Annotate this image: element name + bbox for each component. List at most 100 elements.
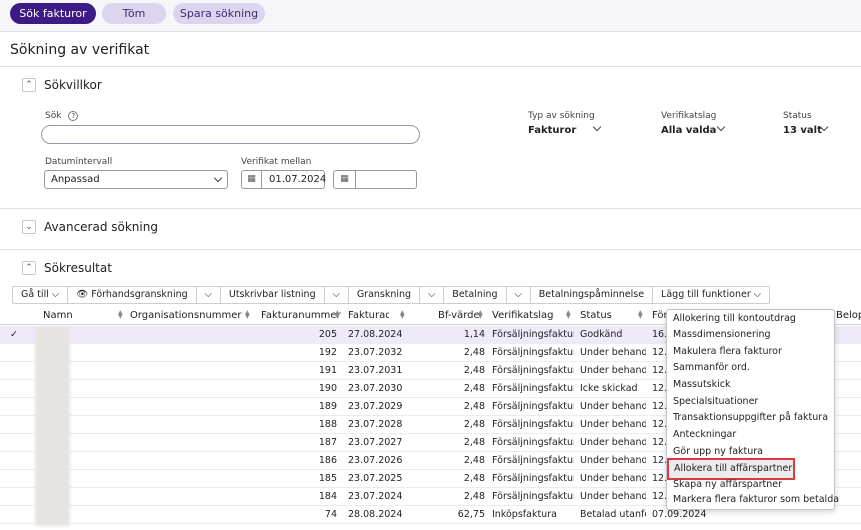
- sort-icon[interactable]: ▲ ▼: [335, 310, 340, 320]
- chevron-down-icon: ⌵: [332, 289, 340, 300]
- bf-value-cell: 2,48: [463, 419, 485, 430]
- results-heading: Sökresultat: [44, 261, 112, 275]
- criteria-heading: Sökvillkor: [44, 78, 102, 92]
- date-interval-label: Datumintervall: [45, 157, 113, 167]
- advanced-heading: Avancerad sökning: [44, 220, 158, 234]
- invoice-date-cell: 28.08.2024: [348, 509, 403, 520]
- save-search-button[interactable]: Spara sökning: [173, 3, 265, 24]
- sort-icon[interactable]: ▲ ▼: [478, 310, 483, 320]
- invoice-date-cell: 23.07.2026: [348, 455, 403, 466]
- invoice-date-cell: 23.07.2024: [348, 491, 403, 502]
- chevron-up-icon: ⌃: [22, 261, 36, 275]
- date-from-value: 01.07.2024: [269, 174, 327, 185]
- menu-item[interactable]: Markera flera fakturor som betalda: [667, 492, 839, 508]
- menu-item[interactable]: Skapa ny affärspartner: [667, 477, 834, 493]
- menu-item[interactable]: Gör upp ny faktura: [667, 444, 834, 460]
- divider: [0, 66, 861, 67]
- page-title: Sökning av verifikat: [10, 42, 150, 58]
- menu-item[interactable]: Allokera till affärspartner: [667, 458, 795, 480]
- chevron-down-icon: [213, 173, 223, 183]
- payment-reminder-button[interactable]: Betalningspåminnelse: [531, 287, 654, 303]
- preview-menu-button[interactable]: ⌵: [197, 287, 221, 303]
- printable-list-button[interactable]: Utskrivbar listning: [221, 287, 325, 303]
- date-interval-select[interactable]: Anpassad: [44, 170, 228, 189]
- menu-item[interactable]: Sammanför ord.: [667, 360, 834, 376]
- bf-value-cell: 2,48: [463, 491, 485, 502]
- goto-button[interactable]: Gå till ⌵: [13, 287, 69, 303]
- clear-button[interactable]: Töm: [102, 3, 166, 24]
- results-section-header[interactable]: ⌃ Sökresultat: [22, 261, 112, 275]
- menu-item[interactable]: Specialsituationer: [667, 394, 834, 410]
- calendar-icon[interactable]: ▦: [242, 171, 262, 188]
- add-functions-button[interactable]: Lägg till funktioner ⌵: [653, 287, 769, 303]
- payment-reminder-label: Betalningspåminnelse: [538, 289, 645, 300]
- invoice-number-cell: 189: [318, 401, 337, 412]
- advanced-section-header[interactable]: ⌄ Avancerad sökning: [22, 220, 158, 234]
- status-cell: Under behandl: [580, 347, 646, 358]
- voucher-type-cell: Försäljningsfaktura: [492, 473, 574, 484]
- status-cell: Under behandl: [580, 455, 646, 466]
- voucher-type-dropdown[interactable]: Alla valda: [661, 122, 731, 137]
- search-invoices-button[interactable]: Sök fakturor: [10, 3, 96, 24]
- payment-button[interactable]: Betalning: [444, 287, 507, 303]
- chevron-down-icon: ⌄: [22, 220, 36, 234]
- status-cell: Under behandl: [580, 401, 646, 412]
- column-header-org-number[interactable]: Organisationsnummer: [130, 306, 242, 325]
- voucher-type-cell: Försäljningsfaktura: [492, 365, 574, 376]
- preview-button[interactable]: 👁 Förhandsgranskning: [68, 287, 197, 303]
- payment-menu-button[interactable]: ⌵: [507, 287, 531, 303]
- column-header-bf-value[interactable]: Bf-värde: [438, 306, 480, 325]
- calendar-icon[interactable]: ▦: [334, 171, 356, 188]
- status-cell: Under behandl: [580, 473, 646, 484]
- check-icon[interactable]: ✓: [10, 326, 18, 343]
- sort-icon[interactable]: ▲ ▼: [638, 310, 643, 320]
- search-input[interactable]: [41, 125, 420, 144]
- invoice-number-cell: 188: [318, 419, 337, 430]
- column-header-invoice-date[interactable]: Fakturadatum: [348, 306, 389, 325]
- review-menu-button[interactable]: ⌵: [420, 287, 445, 303]
- search-type-dropdown[interactable]: Fakturor: [528, 122, 608, 137]
- menu-item[interactable]: Makulera flera fakturor: [667, 344, 834, 360]
- results-action-bar: Gå till ⌵ 👁 Förhandsgranskning ⌵ Utskriv…: [12, 286, 770, 304]
- menu-item[interactable]: Allokering till kontoutdrag: [667, 311, 834, 327]
- column-header-name[interactable]: Namn: [43, 306, 73, 325]
- column-header-amount[interactable]: Belopp: [836, 306, 861, 325]
- search-type-label: Typ av sökning: [528, 111, 595, 121]
- printable-list-menu-button[interactable]: ⌵: [325, 287, 349, 303]
- chevron-up-icon: ⌃: [22, 78, 36, 92]
- invoice-number-cell: 186: [318, 455, 337, 466]
- voucher-type-cell: Försäljningsfaktura: [492, 491, 574, 502]
- bf-value-cell: 2,48: [463, 383, 485, 394]
- voucher-type-cell: Försäljningsfaktura: [492, 329, 574, 340]
- menu-item[interactable]: Transaktionsuppgifter på faktura: [667, 410, 834, 426]
- sort-icon[interactable]: ▲ ▼: [566, 310, 571, 320]
- sort-icon[interactable]: ▲ ▼: [118, 310, 123, 320]
- menu-item[interactable]: Anteckningar: [667, 427, 834, 443]
- bf-value-cell: 2,48: [463, 347, 485, 358]
- help-icon[interactable]: ?: [68, 111, 79, 121]
- invoice-number-cell: 185: [318, 473, 337, 484]
- column-header-status[interactable]: Status: [580, 306, 612, 325]
- column-header-voucher-type[interactable]: Verifikatslag: [492, 306, 554, 325]
- menu-item[interactable]: Massutskick: [667, 377, 834, 393]
- invoice-number-cell: 184: [318, 491, 337, 502]
- invoice-number-cell: 192: [318, 347, 337, 358]
- criteria-section-header[interactable]: ⌃ Sökvillkor: [22, 78, 102, 92]
- voucher-type-cell: Inköpsfaktura: [492, 509, 557, 520]
- bf-value-cell: 1,14: [463, 329, 485, 340]
- invoice-number-cell: 205: [318, 329, 337, 340]
- invoice-number-cell: 74: [324, 509, 337, 520]
- payment-label: Betalning: [452, 289, 498, 300]
- sort-icon[interactable]: ▲ ▼: [245, 310, 250, 320]
- date-to-field[interactable]: ▦: [333, 170, 417, 189]
- menu-item[interactable]: Massdimensionering: [667, 327, 834, 343]
- preview-label: Förhandsgranskning: [91, 289, 188, 300]
- status-cell: Under behandl: [580, 365, 646, 376]
- sort-icon[interactable]: ▲ ▼: [400, 310, 405, 320]
- bf-value-cell: 2,48: [463, 401, 485, 412]
- date-from-field[interactable]: ▦ 01.07.2024: [241, 170, 327, 189]
- invoice-date-cell: 23.07.2031: [348, 365, 403, 376]
- column-header-invoice-number[interactable]: Fakturanummer: [261, 306, 341, 325]
- status-dropdown[interactable]: 13 valt: [783, 122, 833, 137]
- review-button[interactable]: Granskning: [349, 287, 421, 303]
